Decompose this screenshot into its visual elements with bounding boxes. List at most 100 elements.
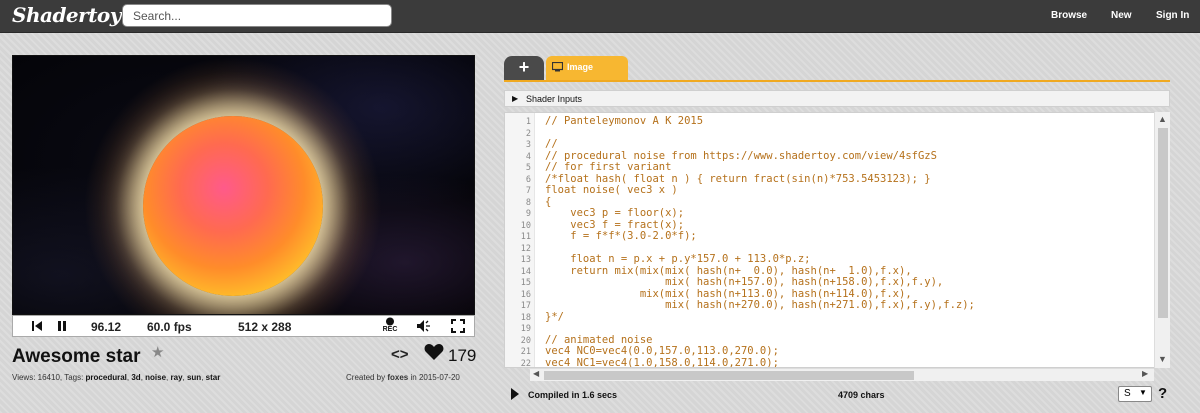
font-size-value: S xyxy=(1124,388,1131,399)
horizontal-scrollbar[interactable]: ◀ ▶ xyxy=(530,368,1154,381)
code-line: mix( hash(n+157.0), hash(n+158.0),f.x),f… xyxy=(545,276,944,288)
code-toggle-button[interactable]: <> xyxy=(391,346,409,363)
sun-render xyxy=(143,116,323,296)
code-line: vec3 f = fract(x); xyxy=(545,218,685,231)
code-line: float n = p.x + p.y*157.0 + 113.0*p.z; xyxy=(545,253,811,265)
line-number: 18 xyxy=(520,312,531,323)
tag-link[interactable]: ray xyxy=(171,373,183,382)
code-line: // xyxy=(545,138,558,150)
line-number: 14 xyxy=(520,266,531,277)
line-number: 19 xyxy=(520,324,531,334)
line-number: 9 xyxy=(525,209,531,219)
line-number: 6 xyxy=(525,174,531,185)
like-count: 179 xyxy=(448,346,477,365)
monitor-icon xyxy=(551,61,564,74)
tags-label: , Tags: xyxy=(59,373,86,382)
heart-icon[interactable] xyxy=(424,343,444,366)
line-number: 5 xyxy=(525,163,531,173)
shader-inputs-label: Shader Inputs xyxy=(526,94,583,104)
line-number: 16 xyxy=(520,289,531,300)
help-button[interactable]: ? xyxy=(1158,385,1167,402)
top-bar: Shadertoy Browse New Sign In xyxy=(0,0,1200,33)
line-number: 22 xyxy=(520,358,531,368)
rewind-icon[interactable] xyxy=(31,319,43,337)
code-line: }*/ xyxy=(545,310,564,323)
player-controls: 96.12 60.0 fps 512 x 288 REC xyxy=(12,315,475,337)
created-date: 2015-07-20 xyxy=(418,373,460,382)
code-line: mix(mix( hash(n+113.0), hash(n+114.0),f.… xyxy=(545,287,912,300)
line-number: 15 xyxy=(520,278,531,288)
line-number: 10 xyxy=(520,220,531,231)
compile-play-icon[interactable] xyxy=(510,387,520,406)
code-line: // procedural noise from https://www.sha… xyxy=(545,149,937,162)
author-link[interactable]: foxes xyxy=(387,373,408,382)
views-label: Views: xyxy=(12,373,38,382)
views-count: 16410 xyxy=(37,373,60,382)
expand-arrow-icon: ▶ xyxy=(512,94,519,103)
tab-image[interactable]: Image xyxy=(546,56,628,80)
tab-image-label: Image xyxy=(567,62,594,72)
tag-link[interactable]: star xyxy=(206,373,221,382)
tag-link[interactable]: sun xyxy=(187,373,201,382)
tag-link[interactable]: noise xyxy=(145,373,166,382)
line-number: 17 xyxy=(520,301,531,311)
tag-link[interactable]: 3d xyxy=(131,373,140,382)
vertical-scroll-thumb[interactable] xyxy=(1158,128,1168,318)
line-number: 11 xyxy=(520,232,531,242)
pause-icon[interactable] xyxy=(56,319,68,337)
scroll-up-icon[interactable]: ▲ xyxy=(1158,114,1167,124)
nav-new[interactable]: New xyxy=(1111,10,1132,21)
code-line: // Panteleymonov A K 2015 xyxy=(545,115,704,127)
code-line: vec3 p = floor(x); xyxy=(545,207,685,219)
code-line: f = f*f*(3.0-2.0*f); xyxy=(545,230,697,242)
line-number: 8 xyxy=(525,197,531,208)
nav-sign-in[interactable]: Sign In xyxy=(1156,10,1189,21)
line-number: 20 xyxy=(520,335,531,346)
horizontal-scroll-thumb[interactable] xyxy=(544,371,914,380)
shader-meta: Views: 16410, Tags: procedural, 3d, nois… xyxy=(12,373,221,382)
resolution-display: 512 x 288 xyxy=(238,320,292,334)
code-line: vec4 NC1=vec4(1.0,158.0,114.0,271.0); xyxy=(545,356,779,368)
vertical-scrollbar[interactable]: ▲ ▼ xyxy=(1154,112,1170,368)
chevron-down-icon: ▼ xyxy=(1139,388,1147,397)
code-editor[interactable]: 1 2 3 4 5 6 7 8 9 10 11 12 13 14 15 16 1… xyxy=(504,112,1170,368)
code-line: { xyxy=(545,195,552,208)
line-number: 12 xyxy=(520,243,531,254)
favorite-star-icon[interactable]: ★ xyxy=(151,343,164,361)
line-number: 4 xyxy=(525,151,531,162)
time-display: 96.12 xyxy=(91,320,122,334)
scroll-left-icon[interactable]: ◀ xyxy=(533,369,539,378)
code-line: // for first variant xyxy=(545,161,672,173)
tag-link[interactable]: procedural xyxy=(86,373,127,382)
record-button[interactable]: REC xyxy=(379,317,401,334)
line-number: 13 xyxy=(520,255,531,265)
font-size-select[interactable]: S ▼ xyxy=(1118,386,1152,402)
scroll-right-icon[interactable]: ▶ xyxy=(1142,369,1148,378)
tab-underline xyxy=(504,80,1170,82)
line-number: 2 xyxy=(525,128,531,139)
code-line: float noise( vec3 x ) xyxy=(545,184,678,196)
search-input[interactable] xyxy=(122,4,392,27)
line-number: 7 xyxy=(525,186,531,196)
code-line: mix( hash(n+270.0), hash(n+271.0),f.x),f… xyxy=(545,299,975,311)
add-tab-button[interactable]: + xyxy=(504,56,544,80)
site-logo[interactable]: Shadertoy xyxy=(12,3,121,27)
line-number: 1 xyxy=(525,117,531,127)
created-in-label: in xyxy=(408,373,419,382)
created-by: Created by foxes in 2015-07-20 xyxy=(346,373,460,382)
line-number: 3 xyxy=(525,140,531,150)
shader-inputs-toggle[interactable]: ▶ Shader Inputs xyxy=(504,90,1170,107)
line-number: 21 xyxy=(520,347,531,357)
volume-icon[interactable] xyxy=(416,319,432,338)
fullscreen-icon[interactable] xyxy=(451,319,465,338)
editor-status-bar: Compiled in 1.6 secs 4709 chars S ▼ ? xyxy=(504,383,1170,405)
scroll-down-icon[interactable]: ▼ xyxy=(1158,354,1167,364)
compile-status: Compiled in 1.6 secs xyxy=(528,390,618,400)
record-label: REC xyxy=(382,326,398,333)
code-line: vec4 NC0=vec4(0.0,157.0,113.0,270.0); xyxy=(545,345,779,357)
code-line: // animated noise xyxy=(545,333,653,346)
nav-browse[interactable]: Browse xyxy=(1051,10,1087,21)
shader-canvas[interactable] xyxy=(12,55,475,315)
code-line: /*float hash( float n ) { return fract(s… xyxy=(545,172,931,185)
char-count: 4709 chars xyxy=(838,390,885,400)
